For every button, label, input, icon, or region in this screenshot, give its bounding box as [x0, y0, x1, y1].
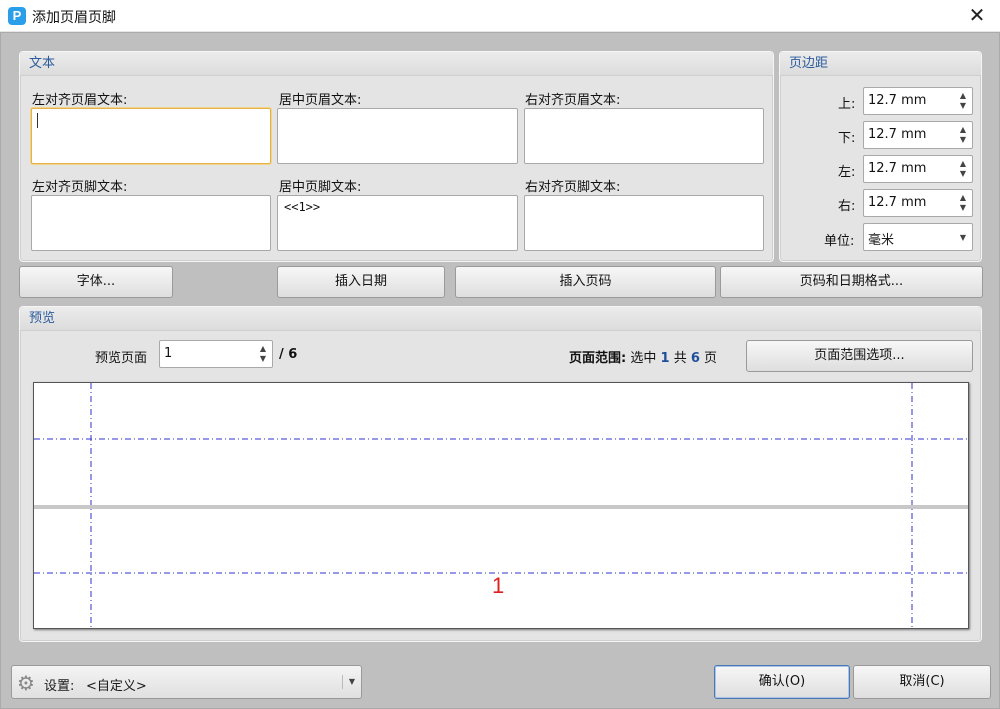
app-icon: P	[8, 7, 26, 25]
spin-arrows-icon[interactable]: ▲ ▼	[257, 344, 269, 364]
preview-page-stepper[interactable]: 1 ▲ ▼	[159, 340, 273, 368]
spin-arrows-icon[interactable]: ▲ ▼	[957, 159, 969, 179]
page-range-options-button[interactable]: 页面范围选项...	[746, 340, 973, 372]
settings-value: <自定义>	[86, 679, 147, 694]
font-button[interactable]: 字体...	[19, 266, 173, 298]
right-footer-field[interactable]	[524, 195, 764, 251]
top-margin-stepper[interactable]: 12.7 mm ▲ ▼	[863, 87, 973, 115]
bottom-margin-stepper[interactable]: 12.7 mm ▲ ▼	[863, 121, 973, 149]
right-margin-stepper[interactable]: 12.7 mm ▲ ▼	[863, 189, 973, 217]
unit-value: 毫米	[868, 233, 895, 248]
preview-page-label: 预览页面	[95, 351, 148, 366]
left-footer-label: 左对齐页脚文本:	[32, 180, 128, 195]
page-break	[34, 505, 968, 509]
page-date-format-button[interactable]: 页码和日期格式...	[720, 266, 983, 298]
preview-group-title: 预览	[20, 307, 981, 331]
unit-label: 单位:	[824, 234, 855, 249]
preview-page-number: 1	[492, 573, 505, 598]
right-header-field[interactable]	[524, 108, 764, 164]
top-margin-label: 上:	[838, 97, 856, 112]
page-range-summary: 页面范围: 选中 1 共 6 页	[569, 347, 717, 366]
center-footer-label: 居中页脚文本:	[279, 180, 362, 195]
text-group-title: 文本	[20, 52, 773, 76]
unit-select[interactable]: 毫米 ▼	[863, 223, 973, 251]
settings-label: 设置:	[44, 679, 75, 694]
spin-arrows-icon[interactable]: ▲ ▼	[957, 193, 969, 213]
cancel-button[interactable]: 取消(C)	[853, 665, 991, 699]
preview-page-value: 1	[164, 346, 173, 361]
spin-arrows-icon[interactable]: ▲ ▼	[957, 91, 969, 111]
right-margin-label: 右:	[838, 199, 856, 214]
left-header-label: 左对齐页眉文本:	[32, 93, 128, 108]
center-header-field[interactable]	[277, 108, 518, 164]
window-title: 添加页眉页脚	[32, 10, 116, 26]
text-caret	[37, 113, 38, 128]
insert-date-button[interactable]: 插入日期	[277, 266, 445, 298]
close-icon[interactable]: ✕	[964, 4, 990, 28]
range-selected-count: 1	[660, 351, 670, 366]
top-margin-value: 12.7 mm	[868, 93, 927, 108]
gear-icon: ⚙	[17, 671, 35, 695]
preview-canvas: 1	[33, 382, 969, 629]
right-footer-label: 右对齐页脚文本:	[525, 180, 621, 195]
spin-arrows-icon[interactable]: ▲ ▼	[957, 125, 969, 145]
margins-group-title: 页边距	[780, 52, 981, 76]
left-margin-stepper[interactable]: 12.7 mm ▲ ▼	[863, 155, 973, 183]
preview-total-pages: / 6	[279, 347, 298, 362]
bottom-margin-label: 下:	[838, 131, 856, 146]
left-margin-label: 左:	[838, 165, 856, 180]
insert-page-number-button[interactable]: 插入页码	[455, 266, 716, 298]
left-footer-field[interactable]	[31, 195, 271, 251]
bottom-margin-value: 12.7 mm	[868, 127, 927, 142]
range-unit: 页	[704, 351, 718, 366]
left-header-field[interactable]	[31, 108, 271, 164]
right-header-label: 右对齐页眉文本:	[525, 93, 621, 108]
title-bar: P 添加页眉页脚 ✕	[0, 0, 1000, 32]
dialog-client: 文本 左对齐页眉文本: 居中页眉文本: 右对齐页眉文本: 左对齐页脚文本: 居中…	[0, 32, 1000, 709]
range-total-count: 6	[690, 351, 700, 366]
range-total-text: 共	[673, 351, 687, 366]
center-header-label: 居中页眉文本:	[279, 93, 362, 108]
ok-button[interactable]: 确认(O)	[714, 665, 850, 699]
range-selected-text: 选中	[630, 351, 657, 366]
settings-select[interactable]: ⚙ 设置: <自定义> ▼	[11, 665, 362, 699]
center-footer-field[interactable]: <<1>>	[277, 195, 518, 251]
dropdown-arrow-icon: ▼	[341, 675, 355, 689]
right-margin-value: 12.7 mm	[868, 195, 927, 210]
page-range-label: 页面范围:	[569, 351, 627, 366]
dropdown-arrow-icon: ▼	[959, 233, 966, 242]
left-margin-value: 12.7 mm	[868, 161, 927, 176]
